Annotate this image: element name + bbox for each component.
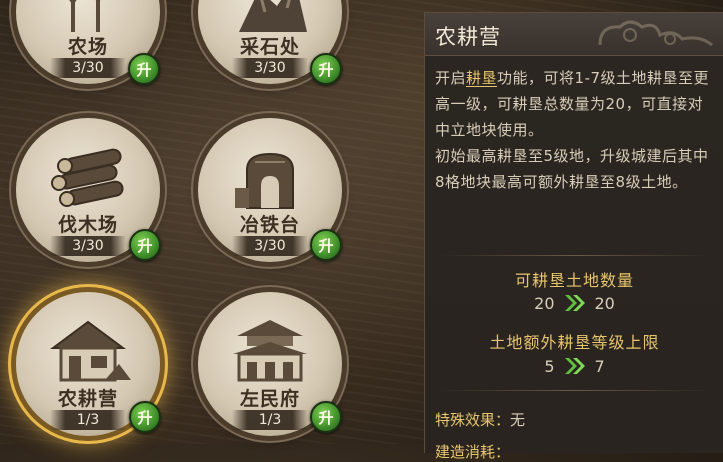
build-cost-label: 建造消耗： <box>435 443 511 461</box>
panel-header: 农耕营 <box>425 13 723 56</box>
building-info-panel: 农耕营 开启耕垦功能，可将1-7级土地耕垦至更高一级，可耕垦总数量为20，可直接… <box>424 12 723 461</box>
special-effect-value: 无 <box>510 411 526 429</box>
upgrade-button-farm[interactable]: 升 <box>128 53 160 85</box>
stat-to: 20 <box>594 293 615 313</box>
building-count: 3/30 <box>50 236 126 256</box>
stat-from: 20 <box>534 293 555 313</box>
stat-label-extra-level: 土地额外耕垦等级上限 <box>489 333 660 352</box>
divider <box>439 390 710 391</box>
desc-text: 开启 <box>435 69 467 87</box>
panel-title: 农耕营 <box>435 25 501 49</box>
divider <box>439 255 710 256</box>
building-count: 1/3 <box>232 410 308 430</box>
stat-to: 7 <box>594 356 605 376</box>
stat-values-land-count: 20 20 <box>425 293 723 313</box>
increase-arrow-icon <box>564 295 585 311</box>
upgrade-button-quarry[interactable]: 升 <box>310 53 342 85</box>
mansion-icon <box>233 320 307 382</box>
special-effect-label: 特殊效果： <box>435 411 511 429</box>
special-effect: 特殊效果：无 <box>435 409 525 430</box>
panel-description: 开启耕垦功能，可将1-7级土地耕垦至更高一级，可耕垦总数量为20，可直接对中立地… <box>435 65 717 195</box>
cloud-ornament-icon <box>598 20 713 47</box>
desc-text-2: 初始最高耕垦至5级地，升级城建后其中8格地块最高可额外耕垦至8级土地。 <box>435 147 709 191</box>
upgrade-button-ironworks[interactable]: 升 <box>310 229 342 261</box>
furnace-icon <box>235 152 294 209</box>
quarry-icon <box>239 0 307 32</box>
cultivate-link[interactable]: 耕垦 <box>466 69 497 87</box>
building-count: 3/30 <box>232 236 308 256</box>
camp-icon <box>49 320 131 382</box>
upgrade-button-farming-camp[interactable]: 升 <box>129 401 161 433</box>
building-count: 1/3 <box>50 410 126 430</box>
stat-from: 5 <box>544 356 555 376</box>
farm-icon <box>69 0 101 32</box>
building-count: 3/30 <box>232 58 308 78</box>
stat-label-land-count: 可耕垦土地数量 <box>514 271 634 290</box>
upgrade-button-civil-office[interactable]: 升 <box>310 401 342 433</box>
upgrade-button-lumberyard[interactable]: 升 <box>129 229 161 261</box>
building-count: 3/30 <box>50 58 126 78</box>
logs-icon <box>51 148 124 207</box>
increase-arrow-icon <box>564 358 585 374</box>
stat-values-extra-level: 5 7 <box>425 356 723 376</box>
